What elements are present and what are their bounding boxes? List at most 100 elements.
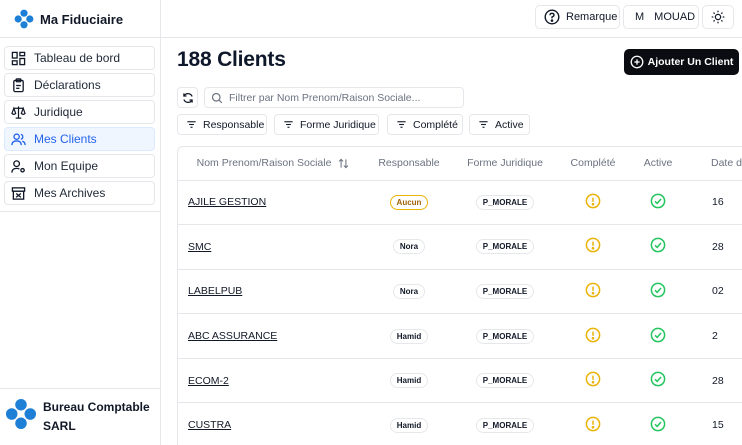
responsable-cell: Hamid bbox=[368, 313, 450, 359]
responsable-cell: Nora bbox=[368, 224, 450, 270]
brand-title: Ma Fiduciaire bbox=[40, 11, 124, 27]
responsable-badge: Hamid bbox=[389, 373, 429, 389]
sidebar-item-mes-clients[interactable]: Mes Clients bbox=[4, 127, 155, 151]
column-header-name[interactable]: Nom Prenom/Raison Sociale bbox=[178, 147, 368, 181]
search-input[interactable] bbox=[229, 91, 459, 104]
client-name-cell: LABELPUB bbox=[178, 269, 368, 315]
sidebar-item-label: Mes Clients bbox=[34, 132, 97, 146]
sidebar-item-juridique[interactable]: Juridique bbox=[4, 100, 155, 124]
client-name-link[interactable]: LABELPUB bbox=[188, 285, 242, 297]
help-circle-icon bbox=[544, 9, 560, 25]
clients-table: Nom Prenom/Raison Sociale Responsable Fo… bbox=[177, 146, 742, 445]
active-cell bbox=[626, 224, 690, 270]
remarque-button[interactable]: Remarque bbox=[535, 5, 620, 29]
filter-complete-button[interactable]: Complété bbox=[387, 114, 463, 135]
forme-juridique-badge: P_MORALE bbox=[475, 417, 535, 433]
filter-icon bbox=[479, 121, 488, 128]
column-header-active[interactable]: Active bbox=[626, 147, 690, 181]
responsable-cell: Aucun bbox=[368, 180, 450, 226]
theme-toggle-button[interactable] bbox=[702, 5, 734, 29]
check-circle-icon bbox=[650, 282, 666, 298]
column-header-label: Nom Prenom/Raison Sociale bbox=[196, 157, 332, 170]
column-header-forme-juridique[interactable]: Forme Juridique bbox=[450, 147, 560, 181]
complete-cell bbox=[560, 358, 626, 404]
org-card[interactable]: Bureau Comptable SARL bbox=[5, 398, 158, 436]
sidebar-item-declarations[interactable]: Déclarations bbox=[4, 73, 155, 97]
sun-icon bbox=[711, 10, 725, 24]
responsable-badge: Aucun bbox=[389, 194, 429, 210]
sidebar-item-mon-equipe[interactable]: Mon Equipe bbox=[4, 154, 155, 178]
add-client-button[interactable]: Ajouter Un Client bbox=[624, 49, 739, 75]
client-name-cell: CUSTRA bbox=[178, 402, 368, 445]
client-name-cell: ECOM-2 bbox=[178, 358, 368, 404]
warning-circle-icon bbox=[585, 327, 601, 342]
sidebar-item-mes-archives[interactable]: Mes Archives bbox=[4, 181, 155, 205]
brand[interactable]: Ma Fiduciaire bbox=[14, 8, 123, 30]
filter-label: Responsable bbox=[203, 118, 265, 131]
filter-icon bbox=[187, 121, 196, 128]
table-row[interactable]: SMC Nora P_MORALE 28 bbox=[178, 224, 742, 270]
remarque-label: Remarque bbox=[566, 11, 618, 23]
sidebar-item-tableau-de-bord[interactable]: Tableau de bord bbox=[4, 46, 155, 70]
divider bbox=[0, 211, 161, 212]
page-title: 188 Clients bbox=[177, 48, 286, 71]
filter-active-button[interactable]: Active bbox=[469, 114, 530, 135]
forme-juridique-badge: P_MORALE bbox=[475, 239, 535, 255]
filter-label: Complété bbox=[413, 118, 458, 131]
org-name: Bureau Comptable SARL bbox=[43, 400, 150, 433]
check-circle-icon bbox=[650, 371, 666, 387]
logo-icon bbox=[14, 9, 34, 29]
complete-cell bbox=[560, 402, 626, 445]
forme-juridique-badge: P_MORALE bbox=[475, 283, 535, 299]
check-circle-icon bbox=[650, 327, 666, 342]
client-name-link[interactable]: AJILE GESTION bbox=[188, 196, 266, 208]
complete-cell bbox=[560, 313, 626, 359]
table-row[interactable]: ECOM-2 Hamid P_MORALE 28 bbox=[178, 358, 742, 404]
avatar: M bbox=[635, 11, 645, 23]
filter-forme-juridique-button[interactable]: Forme Juridique bbox=[274, 114, 379, 135]
responsable-cell: Hamid bbox=[368, 402, 450, 445]
divider bbox=[0, 388, 161, 389]
filter-icon bbox=[284, 121, 293, 128]
filter-label: Active bbox=[495, 118, 524, 131]
column-header-date[interactable]: Date d bbox=[690, 147, 742, 181]
table-row[interactable]: AJILE GESTION Aucun P_MORALE 16 bbox=[178, 180, 742, 226]
filter-label: Forme Juridique bbox=[300, 118, 376, 131]
table-row[interactable]: LABELPUB Nora P_MORALE 02 bbox=[178, 269, 742, 315]
active-cell bbox=[626, 358, 690, 404]
add-client-label: Ajouter Un Client bbox=[647, 56, 734, 68]
table-row[interactable]: ABC ASSURANCE Hamid P_MORALE 2 bbox=[178, 313, 742, 359]
sidebar-nav: Tableau de bord Déclarations Juridique M… bbox=[4, 46, 155, 208]
client-name-link[interactable]: SMC bbox=[188, 241, 211, 253]
user-menu-button[interactable]: M MOUAD bbox=[623, 5, 699, 29]
responsable-badge: Hamid bbox=[389, 328, 429, 344]
archive-icon bbox=[11, 186, 26, 200]
user-name: MOUAD bbox=[654, 11, 696, 23]
client-name-cell: ABC ASSURANCE bbox=[178, 313, 368, 359]
client-name-link[interactable]: ABC ASSURANCE bbox=[188, 330, 277, 342]
client-name-link[interactable]: ECOM-2 bbox=[188, 375, 229, 387]
client-name-cell: SMC bbox=[178, 224, 368, 270]
table-header-row: Nom Prenom/Raison Sociale Responsable Fo… bbox=[178, 147, 742, 181]
refresh-icon bbox=[182, 92, 193, 103]
date-cell: 16 bbox=[690, 180, 742, 226]
warning-circle-icon bbox=[585, 238, 601, 253]
users-icon bbox=[11, 132, 26, 145]
forme-juridique-badge: P_MORALE bbox=[475, 194, 535, 210]
client-name-link[interactable]: CUSTRA bbox=[188, 419, 231, 431]
divider bbox=[161, 37, 742, 38]
sidebar-item-label: Tableau de bord bbox=[34, 51, 121, 65]
client-name-cell: AJILE GESTION bbox=[178, 180, 368, 226]
warning-circle-icon bbox=[585, 193, 601, 209]
dashboard-icon bbox=[11, 51, 26, 65]
column-header-responsable[interactable]: Responsable bbox=[368, 147, 450, 181]
check-circle-icon bbox=[650, 416, 666, 432]
column-header-complete[interactable]: Complété bbox=[560, 147, 626, 181]
forme-juridique-cell: P_MORALE bbox=[450, 180, 560, 226]
warning-circle-icon bbox=[585, 416, 601, 432]
table-row[interactable]: CUSTRA Hamid P_MORALE 15 bbox=[178, 402, 742, 445]
filter-responsable-button[interactable]: Responsable bbox=[177, 114, 267, 135]
refresh-button[interactable] bbox=[177, 87, 198, 108]
divider bbox=[0, 37, 161, 38]
date-cell: 15 bbox=[690, 402, 742, 445]
